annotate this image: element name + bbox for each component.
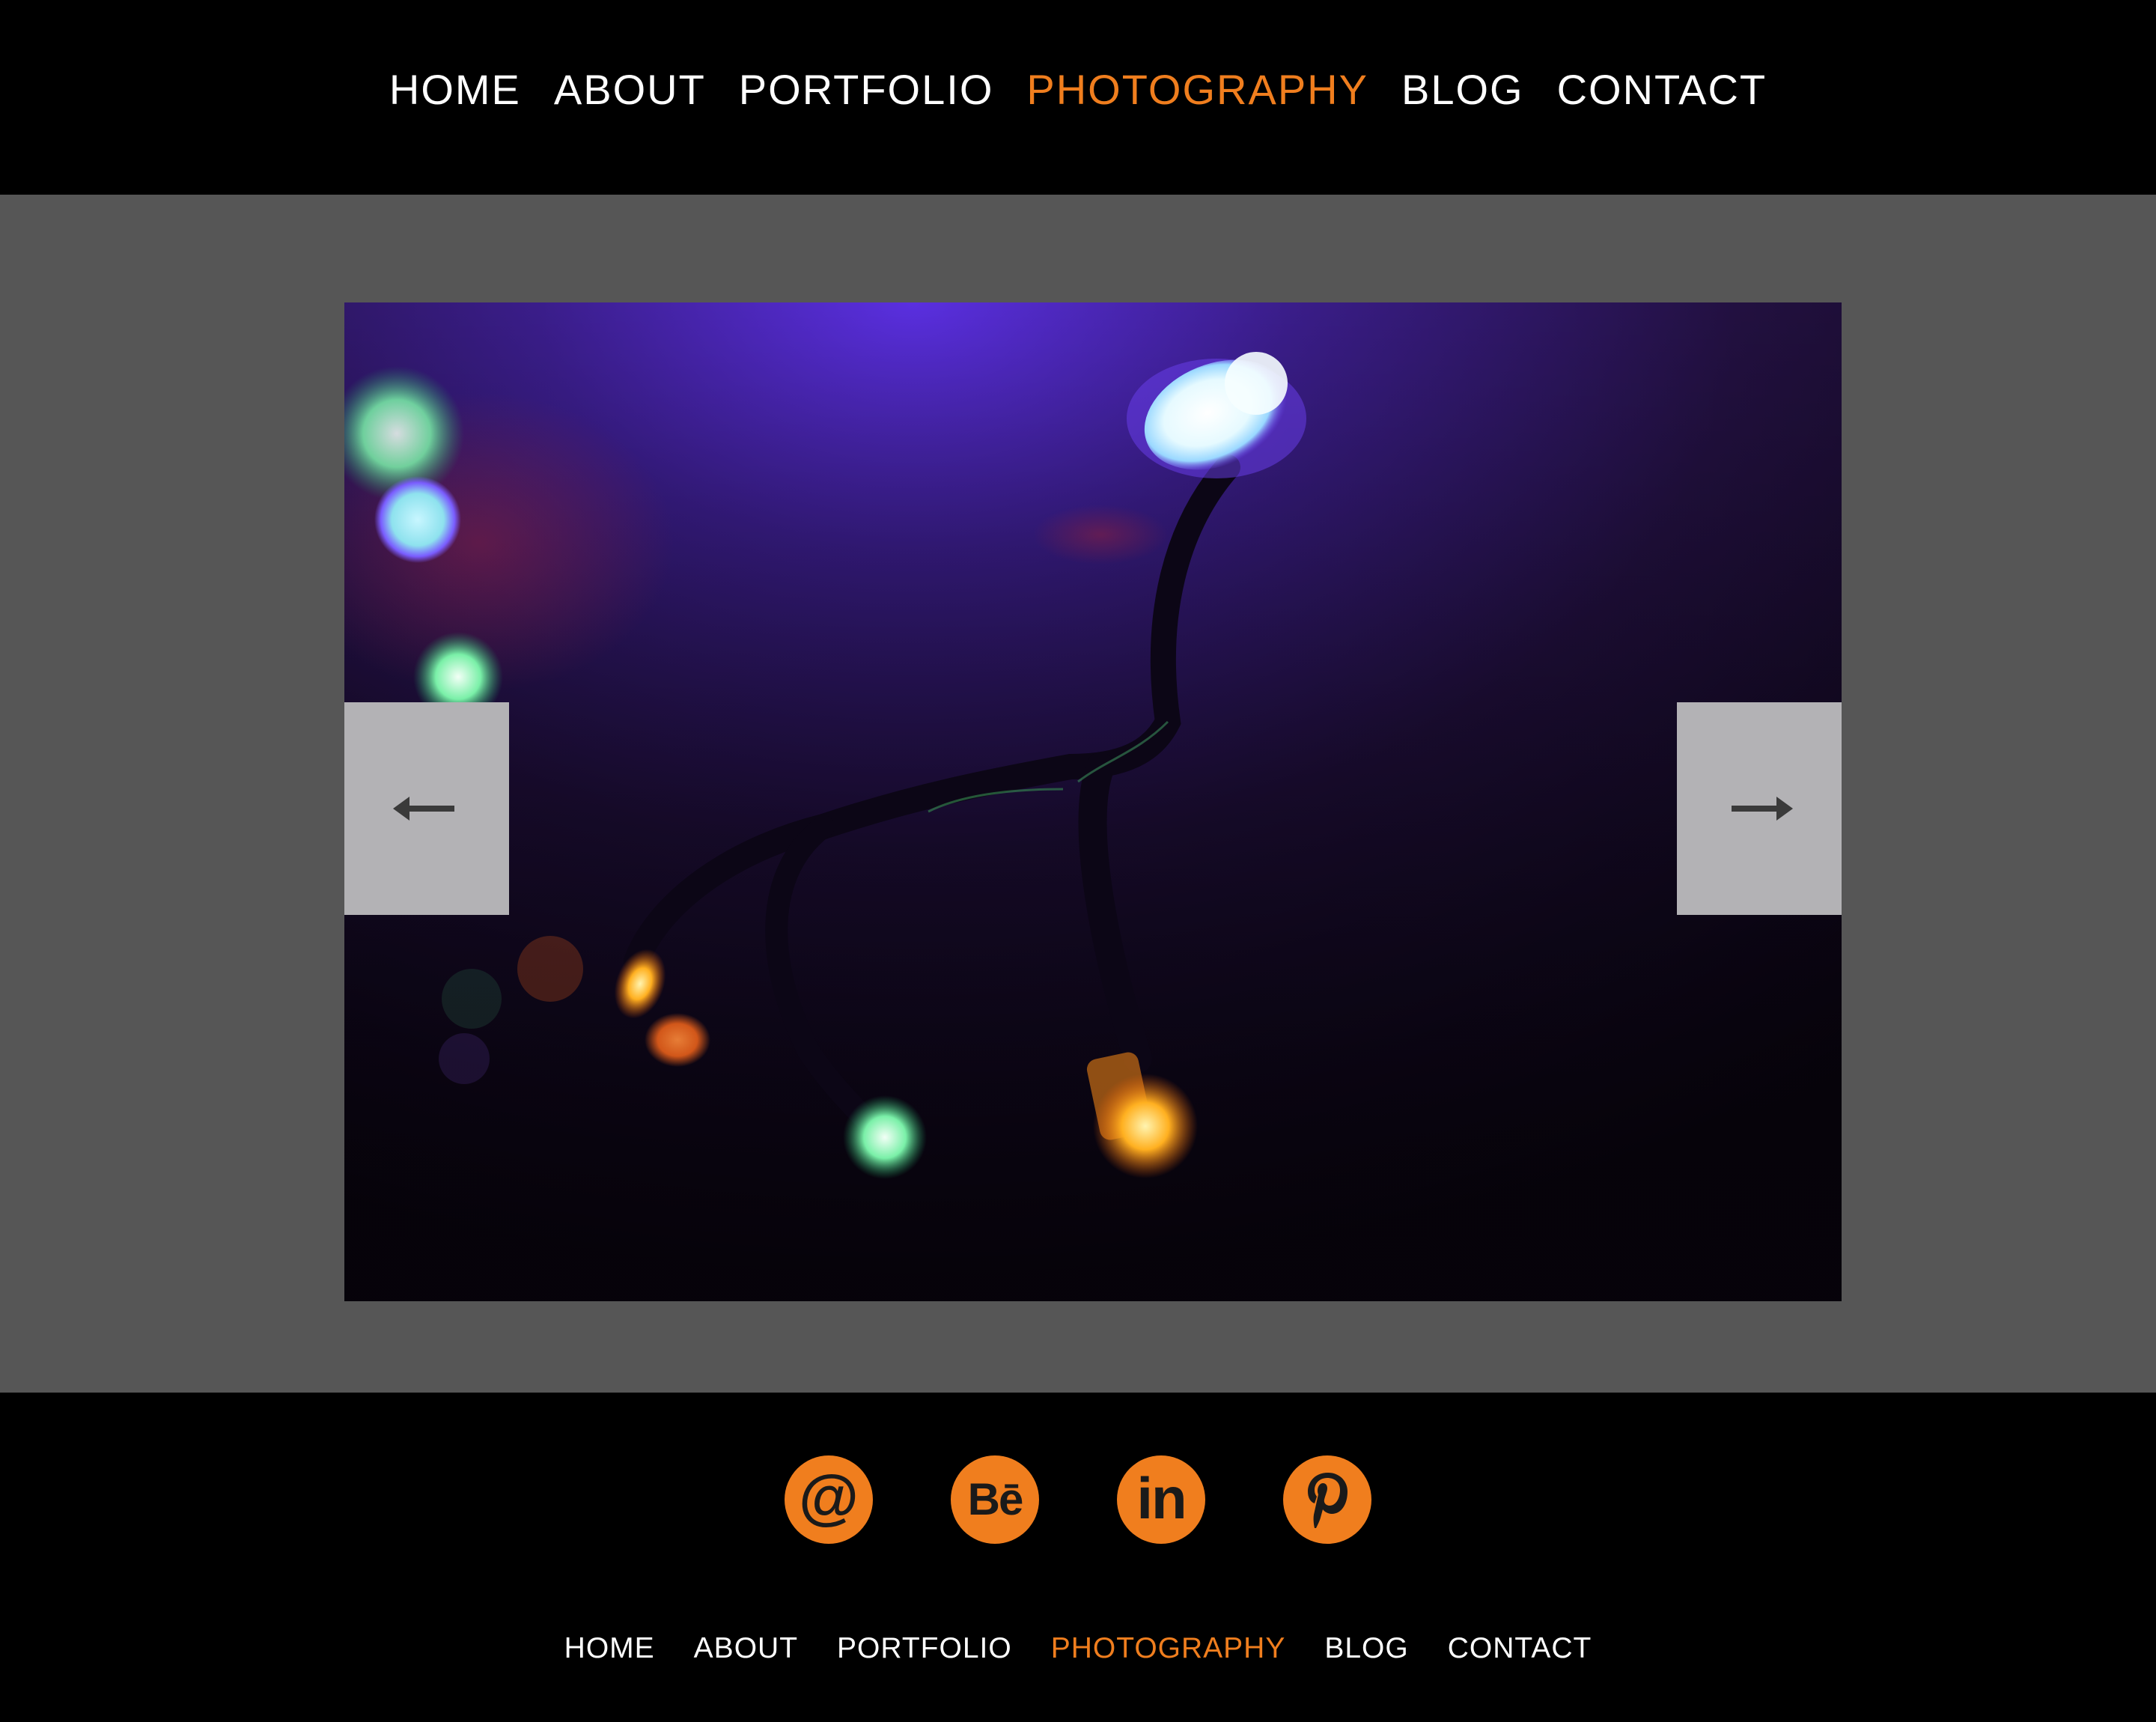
site-header: HOME ABOUT PORTFOLIO PHOTOGRAPHY BLOG CO… bbox=[0, 0, 2156, 195]
nav-portfolio[interactable]: PORTFOLIO bbox=[739, 69, 994, 111]
social-links: @ Bē in bbox=[0, 1455, 2156, 1544]
linkedin-icon: in bbox=[1136, 1465, 1187, 1531]
prev-button[interactable] bbox=[344, 702, 509, 915]
next-button[interactable] bbox=[1677, 702, 1842, 915]
footer-nav-home[interactable]: HOME bbox=[564, 1634, 655, 1663]
footer-nav-photography[interactable]: PHOTOGRAPHY bbox=[1051, 1634, 1286, 1663]
gallery-stage bbox=[0, 195, 2156, 1393]
footer-nav-portfolio[interactable]: PORTFOLIO bbox=[837, 1634, 1012, 1663]
nav-blog[interactable]: BLOG bbox=[1401, 69, 1524, 111]
email-link[interactable]: @ bbox=[785, 1455, 873, 1544]
main-nav: HOME ABOUT PORTFOLIO PHOTOGRAPHY BLOG CO… bbox=[389, 69, 1767, 111]
fairy-lights-image bbox=[344, 302, 1842, 1301]
nav-photography[interactable]: PHOTOGRAPHY bbox=[1026, 69, 1368, 111]
behance-link[interactable]: Bē bbox=[951, 1455, 1039, 1544]
arrow-right-icon bbox=[1732, 797, 1793, 821]
footer-nav-contact[interactable]: CONTACT bbox=[1448, 1634, 1592, 1663]
site-footer: @ Bē in HOME ABOUT PORTFOLIO PHOTOGRAPHY… bbox=[0, 1393, 2156, 1722]
pinterest-link[interactable] bbox=[1283, 1455, 1371, 1544]
nav-about[interactable]: ABOUT bbox=[554, 69, 706, 111]
pinterest-icon bbox=[1308, 1473, 1348, 1528]
nav-contact[interactable]: CONTACT bbox=[1557, 69, 1767, 111]
behance-icon: Bē bbox=[967, 1474, 1024, 1524]
footer-nav-blog[interactable]: BLOG bbox=[1324, 1634, 1408, 1663]
footer-nav-about[interactable]: ABOUT bbox=[694, 1634, 798, 1663]
footer-nav: HOME ABOUT PORTFOLIO PHOTOGRAPHY BLOG CO… bbox=[0, 1634, 2156, 1663]
nav-home[interactable]: HOME bbox=[389, 69, 521, 111]
arrow-left-icon bbox=[393, 797, 454, 821]
email-icon: @ bbox=[799, 1463, 859, 1531]
linkedin-link[interactable]: in bbox=[1117, 1455, 1205, 1544]
gallery-photo bbox=[344, 302, 1842, 1301]
